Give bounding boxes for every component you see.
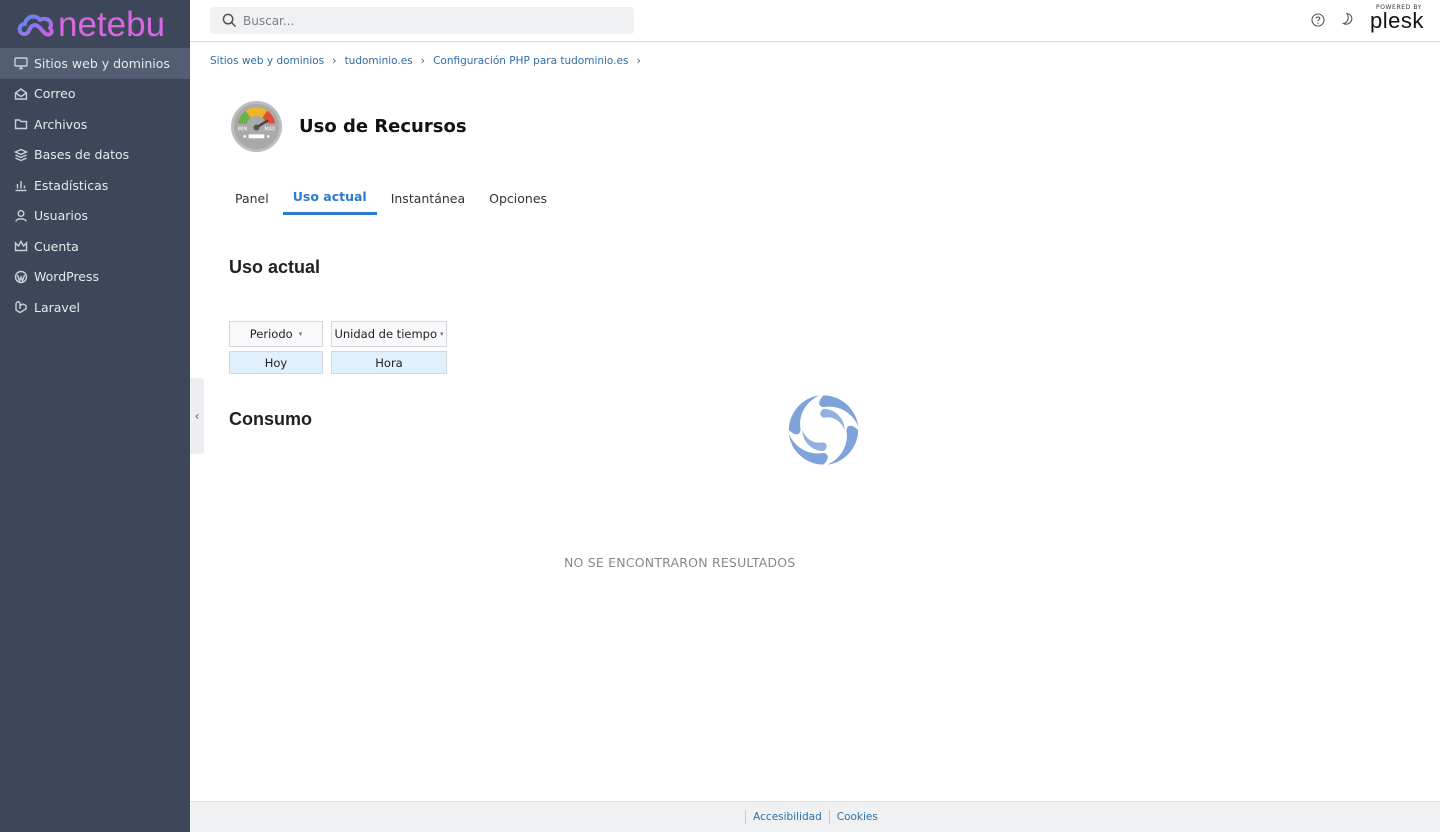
plesk-wordmark: plesk (1370, 8, 1424, 33)
chevron-left-icon: ‹ (194, 409, 200, 423)
crown-icon (14, 239, 28, 253)
filters-table: Periodo ▾ Unidad de tiempo ▾ Hoy Hora (229, 321, 455, 374)
sidebar-item-files[interactable]: Archivos (0, 109, 190, 140)
sidebar-item-label: Cuenta (34, 238, 79, 254)
sidebar-item-label: Correo (34, 86, 76, 102)
sidebar-item-wordpress[interactable]: WordPress (0, 262, 190, 293)
sidebar-item-databases[interactable]: Bases de datos (0, 140, 190, 171)
wordpress-icon (14, 270, 28, 284)
breadcrumb-domain[interactable]: tudominio.es (345, 55, 413, 67)
search-box[interactable] (210, 7, 634, 34)
sidebar-item-websites[interactable]: Sitios web y dominios (0, 48, 190, 79)
sidebar-collapse-button[interactable]: ‹ (190, 378, 204, 454)
page-title: Uso de Recursos (299, 116, 467, 137)
breadcrumb-php-config[interactable]: Configuración PHP para tudominio.es (433, 55, 628, 67)
sidebar-item-label: Laravel (34, 299, 80, 315)
breadcrumb-websites[interactable]: Sitios web y dominios (210, 55, 324, 67)
tab-snapshot[interactable]: Instantánea (381, 181, 475, 215)
section-title-current-usage: Uso actual (229, 257, 321, 277)
gauge-icon: MIN MAX (230, 100, 283, 153)
sidebar: netebu Sitios web y dominios Correo Arch… (0, 0, 190, 832)
sidebar-item-label: Estadísticas (34, 177, 109, 193)
sidebar-item-label: Archivos (34, 116, 88, 132)
tabs: Panel Uso actual Instantánea Opciones (225, 181, 561, 215)
caret-down-icon: ▾ (440, 330, 444, 338)
time-unit-dropdown[interactable]: Unidad de tiempo ▾ (331, 321, 447, 347)
database-icon (14, 148, 28, 162)
tab-options[interactable]: Opciones (479, 181, 557, 215)
monitor-icon (14, 56, 28, 70)
breadcrumb: Sitios web y dominios › tudominio.es › C… (210, 54, 649, 67)
tab-panel[interactable]: Panel (225, 181, 279, 215)
plesk-logo: POWERED BY plesk (1370, 4, 1424, 33)
moon-icon[interactable] (1341, 12, 1355, 26)
period-label: Periodo (249, 327, 293, 341)
sidebar-item-laravel[interactable]: Laravel (0, 292, 190, 323)
bar-chart-icon (14, 178, 28, 192)
loading-spinner-icon (788, 395, 859, 465)
brand-name: netebu (58, 4, 166, 44)
brand-logo[interactable]: netebu (0, 0, 190, 48)
chevron-right-icon: › (636, 54, 641, 67)
svg-text:MAX: MAX (264, 126, 276, 132)
section-title-consumption: Consumo (229, 409, 312, 429)
search-input[interactable] (243, 13, 623, 28)
chevron-right-icon: › (420, 54, 426, 67)
sidebar-nav: Sitios web y dominios Correo Archivos Ba… (0, 48, 190, 323)
cloud-logo-icon (17, 14, 54, 37)
footer-link-accessibility[interactable]: Accesibilidad (745, 810, 829, 824)
footer-link-cookies[interactable]: Cookies (828, 810, 885, 824)
no-results-message: NO SE ENCONTRARON RESULTADOS (564, 555, 796, 570)
sidebar-item-label: Bases de datos (34, 147, 130, 163)
help-icon[interactable] (1311, 13, 1325, 27)
laravel-icon (14, 300, 28, 314)
period-value[interactable]: Hoy (229, 351, 323, 374)
sidebar-item-label: WordPress (34, 269, 100, 285)
user-icon (14, 209, 28, 223)
sidebar-item-users[interactable]: Usuarios (0, 201, 190, 232)
svg-text:MIN: MIN (238, 126, 248, 132)
top-header: POWERED BY plesk (190, 0, 1440, 42)
sidebar-item-label: Sitios web y dominios (34, 55, 170, 71)
sidebar-item-account[interactable]: Cuenta (0, 231, 190, 262)
sidebar-item-mail[interactable]: Correo (0, 79, 190, 110)
search-icon (222, 13, 237, 28)
sidebar-item-statistics[interactable]: Estadísticas (0, 170, 190, 201)
caret-down-icon: ▾ (298, 330, 303, 338)
mail-icon (14, 87, 28, 101)
footer: Accesibilidad Cookies (190, 801, 1440, 832)
period-dropdown[interactable]: Periodo ▾ (229, 321, 323, 347)
sidebar-item-label: Usuarios (34, 208, 89, 224)
time-unit-label: Unidad de tiempo (334, 327, 438, 341)
time-unit-value[interactable]: Hora (331, 351, 447, 374)
chevron-right-icon: › (332, 54, 337, 67)
folder-icon (14, 117, 28, 131)
page-header: MIN MAX Uso de Recursos (230, 100, 467, 153)
tab-current-usage[interactable]: Uso actual (282, 181, 377, 215)
